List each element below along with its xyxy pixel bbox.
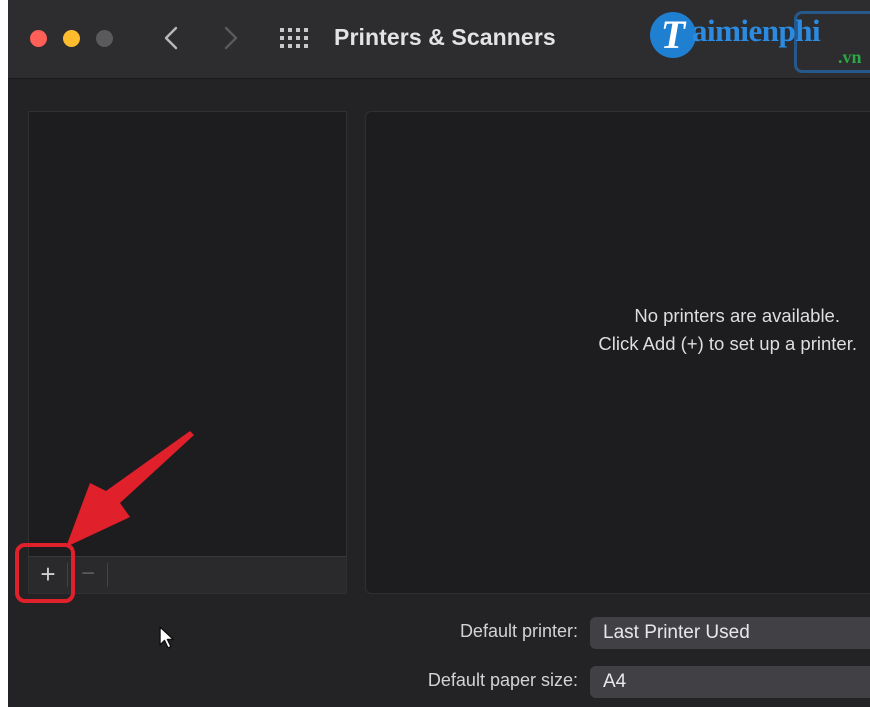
zoom-button[interactable] [96,30,113,47]
chevron-left-icon [164,26,178,50]
close-button[interactable] [30,30,47,47]
paper-size-label: Default paper size: [427,670,578,690]
empty-state-line-1: No printers are available. [634,305,840,326]
toolbar-divider [107,563,108,587]
printers-scanners-window: Printers & Scanners T aimienphi .vn + − … [8,0,870,707]
chevron-right-icon [224,26,238,50]
forward-button[interactable] [218,22,244,54]
watermark-badge: T [650,12,696,58]
back-button[interactable] [158,22,184,54]
default-printer-label: Default printer: [459,621,578,641]
title-bar: Printers & Scanners T aimienphi .vn [8,0,870,79]
watermark-text: aimienphi [692,13,821,48]
empty-state-line-2: Click Add (+) to set up a printer. [598,333,857,354]
printer-list-toolbar: + − [28,556,347,594]
watermark-tld: .vn [838,47,862,67]
paper-size-select[interactable]: A4 [590,666,870,698]
minimize-button[interactable] [63,30,80,47]
grid-icon [280,28,308,48]
annotation-arrow-icon [66,431,194,547]
show-all-button[interactable] [279,26,309,50]
printer-detail-pane: No printers are available. Click Add (+)… [365,111,870,594]
default-printer-select[interactable]: Last Printer Used [590,617,870,649]
window-title: Printers & Scanners [334,24,556,50]
watermark-logo: T aimienphi .vn [648,5,870,73]
mouse-cursor-icon [159,626,175,649]
